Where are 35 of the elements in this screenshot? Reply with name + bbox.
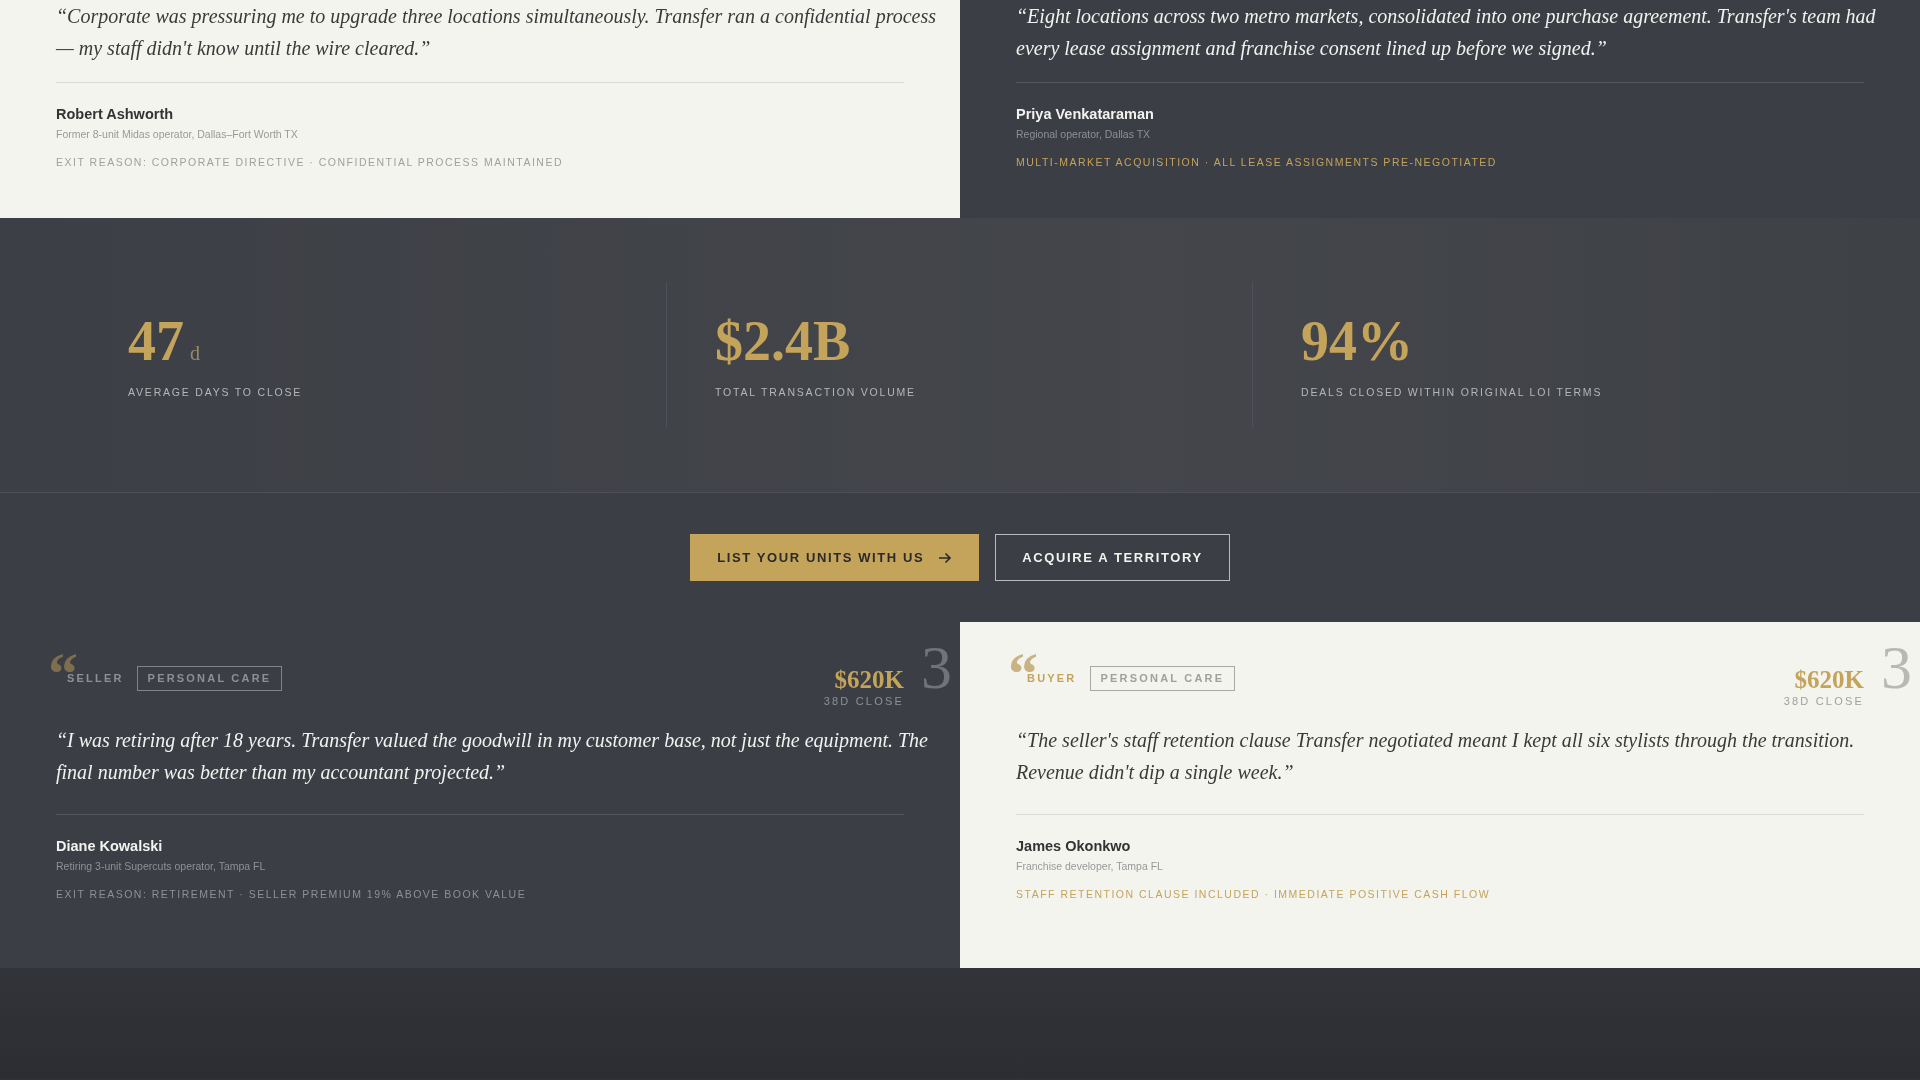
stat-label: TOTAL TRANSACTION VOLUME — [715, 386, 917, 398]
stat-unit: d — [190, 342, 200, 363]
stat-value: 47 — [128, 312, 184, 369]
deal-tags: EXIT REASON: RETIREMENT · SELLER PREMIUM 19% ABOVE BOOK VALUE — [56, 887, 904, 901]
deal-tags: STAFF RETENTION CLAUSE INCLUDED · IMMEDIATE POSITIVE CASH FLOW — [1016, 887, 1864, 901]
close-time: 38D CLOSE — [823, 696, 904, 707]
category-tag: PERSONAL CARE — [1089, 665, 1236, 691]
author-name: Priya Venkataraman — [1016, 105, 1155, 123]
close-time: 38D CLOSE — [1783, 696, 1864, 707]
author-name: James Okonkwo — [1016, 837, 1132, 855]
author-role: Regional operator, Dallas TX — [1016, 127, 1152, 141]
acquire-territory-button[interactable]: ACQUIRE A TERRITORY — [995, 534, 1230, 581]
stat-label: AVERAGE DAYS TO CLOSE — [128, 386, 304, 398]
stat-value: 94% — [1301, 312, 1413, 369]
author-role: Retiring 3-unit Supercuts operator, Tampa FL — [56, 859, 267, 873]
role-label: BUYER — [1027, 672, 1077, 684]
deal-amount: $620K — [1794, 667, 1864, 692]
stat-value: $2.4B — [715, 312, 851, 369]
stat-label: DEALS CLOSED WITHIN ORIGINAL LOI TERMS — [1301, 386, 1604, 398]
author-name: Diane Kowalski — [56, 837, 164, 855]
testimonial-quote: “The seller's staff retention clause Transfer negotiated meant I kept all six stylists through the transition. Revenue didn't dip a single week.” — [1016, 728, 1856, 786]
arrow-icon — [938, 551, 953, 564]
author-role: Franchise developer, Tampa FL — [1016, 859, 1164, 873]
author-role: Former 8-unit Midas operator, Dallas–Fort Worth TX — [56, 127, 299, 141]
list-units-button[interactable]: LIST YOUR UNITS WITH US — [690, 534, 980, 581]
author-name: Robert Ashworth — [56, 105, 175, 123]
card-number: 3 — [1881, 636, 1912, 698]
deal-amount: $620K — [834, 667, 904, 692]
testimonial-quote: “Corporate was pressuring me to upgrade three locations simultaneously. Transfer ran a confidential process — my staff didn't know until the wire cleared.” — [56, 4, 936, 62]
testimonial-quote: “I was retiring after 18 years. Transfer valued the goodwill in my customer base, not just the equipment. The final number was better than my accountant projected.” — [56, 728, 929, 786]
testimonial-quote: “Eight locations across two metro markets, consolidated into one purchase agreement. Transfer's team had every lease assignment and franchise consent lined up before we signed.” — [1016, 4, 1877, 62]
deal-tags: MULTI-MARKET ACQUISITION · ALL LEASE ASSIGNMENTS PRE-NEGOTIATED — [1016, 155, 1864, 169]
role-label: SELLER — [67, 672, 124, 684]
deal-tags: EXIT REASON: CORPORATE DIRECTIVE · CONFIDENTIAL PROCESS MAINTAINED — [56, 155, 904, 169]
category-tag: PERSONAL CARE — [136, 665, 283, 691]
